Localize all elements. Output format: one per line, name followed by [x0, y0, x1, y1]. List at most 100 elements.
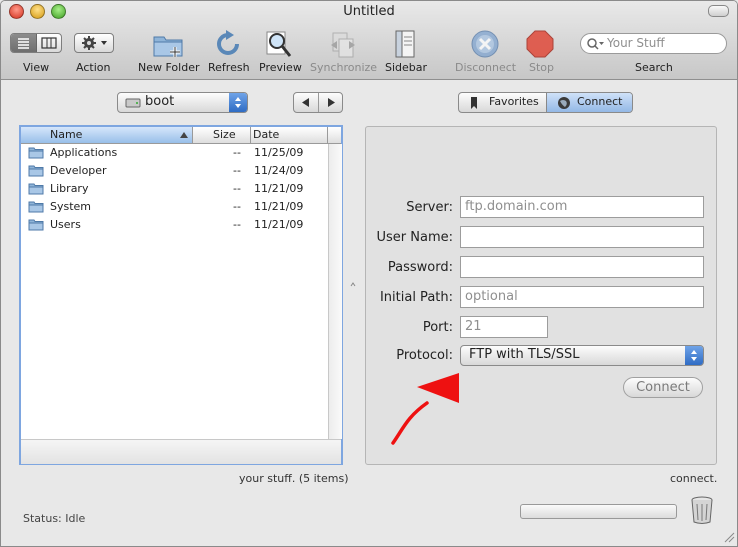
back-button[interactable] — [294, 93, 319, 112]
refresh-label: Refresh — [208, 61, 250, 74]
initial-path-placeholder: optional — [465, 289, 518, 304]
sidebar-icon — [395, 30, 415, 58]
synchronize-icon — [331, 32, 355, 58]
column-header: Name Size Date — [21, 127, 341, 144]
search-placeholder: Your Stuff — [607, 36, 665, 50]
protocol-label: Protocol: — [396, 348, 453, 363]
date-column-label: Date — [253, 128, 280, 141]
hard-drive-icon — [125, 98, 141, 108]
file-size: -- — [233, 200, 241, 213]
table-row[interactable]: System -- 11/21/09 — [21, 198, 342, 216]
system-folder-icon — [28, 201, 44, 213]
initial-path-field[interactable]: optional — [460, 286, 704, 308]
library-folder-icon — [28, 183, 44, 195]
file-list: Applications -- 11/25/09 Developer -- 11/24/0… — [21, 144, 327, 439]
search-label: Search — [635, 61, 673, 74]
file-browser: Name Size Date Applications -- 11/25/09 Dev… — [19, 125, 343, 465]
developer-folder-icon — [28, 165, 44, 177]
connect-button[interactable]: Connect — [623, 377, 703, 398]
size-column-label: Size — [213, 128, 236, 141]
file-name: Developer — [50, 164, 107, 177]
action-label: Action — [76, 61, 111, 74]
tab-favorites[interactable]: Favorites — [459, 93, 547, 112]
sidebar-label: Sidebar — [385, 61, 428, 74]
tab-connect[interactable]: Connect — [547, 93, 632, 112]
forward-arrow-icon — [328, 98, 335, 107]
favorites-connect-tabs: Favorites Connect — [458, 92, 633, 113]
file-count-footer: your stuff. (5 items) — [239, 472, 349, 485]
initial-path-label: Initial Path: — [379, 290, 453, 305]
server-placeholder: ftp.domain.com — [465, 199, 568, 214]
globe-icon — [558, 97, 570, 109]
popup-arrows-icon — [229, 93, 247, 112]
table-row[interactable]: Users -- 11/21/09 — [21, 216, 342, 234]
synchronize-label: Synchronize — [310, 61, 378, 74]
search-input[interactable]: Your Stuff — [580, 33, 727, 54]
action-menu-button[interactable] — [74, 33, 114, 53]
file-size: -- — [233, 182, 241, 195]
split-handle-icon — [350, 282, 356, 287]
column-view-button[interactable] — [37, 34, 62, 52]
connect-button-label: Connect — [636, 380, 690, 395]
date-column-header[interactable]: Date — [251, 127, 328, 143]
tab-connect-label: Connect — [577, 95, 623, 108]
vertical-scrollbar[interactable] — [328, 144, 342, 439]
file-date: 11/21/09 — [254, 182, 304, 195]
resize-grip-icon — [724, 532, 735, 543]
file-date: 11/21/09 — [254, 218, 304, 231]
disconnect-icon — [471, 30, 499, 58]
new-folder-icon — [153, 36, 183, 57]
stop-icon — [526, 30, 554, 58]
username-field[interactable] — [460, 226, 704, 248]
preview-label: Preview — [259, 61, 302, 74]
back-arrow-icon — [302, 98, 309, 107]
app-window: Untitled View Action New Folder Refresh … — [0, 0, 738, 547]
name-column-header[interactable]: Name — [21, 127, 193, 143]
users-folder-icon — [28, 219, 44, 231]
protocol-popup[interactable]: FTP with TLS/SSL — [460, 345, 704, 366]
port-label: Port: — [422, 320, 453, 335]
resize-grip[interactable] — [723, 531, 735, 543]
file-name: Applications — [50, 146, 118, 159]
window-title: Untitled — [343, 4, 395, 19]
file-name: Users — [50, 218, 81, 231]
size-column-header[interactable]: Size — [193, 127, 251, 143]
server-field[interactable]: ftp.domain.com — [460, 196, 704, 218]
file-date: 11/21/09 — [254, 200, 304, 213]
view-toggle — [10, 33, 62, 53]
status-text: Status: Idle — [23, 512, 86, 525]
progress-bar — [520, 504, 677, 519]
search-icon — [587, 38, 604, 50]
volume-popup[interactable]: boot — [117, 92, 248, 113]
gear-icon — [82, 36, 107, 50]
trash-icon — [691, 496, 713, 524]
port-field[interactable]: 21 — [460, 316, 548, 338]
disconnect-label: Disconnect — [455, 61, 517, 74]
list-view-button[interactable] — [11, 34, 37, 52]
view-label: View — [23, 61, 50, 74]
file-size: -- — [233, 146, 241, 159]
forward-button[interactable] — [319, 93, 343, 112]
file-name: Library — [50, 182, 89, 195]
file-date: 11/25/09 — [254, 146, 304, 159]
list-view-icon — [18, 38, 29, 49]
horizontal-scrollbar[interactable] — [21, 439, 341, 464]
back-forward-control — [293, 92, 343, 113]
password-label: Password: — [387, 260, 453, 275]
popup-arrows-icon — [685, 346, 703, 365]
password-field[interactable] — [460, 256, 704, 278]
magnifier-preview-icon — [266, 31, 292, 57]
trash-button[interactable] — [689, 495, 715, 525]
red-annotation-arrow — [391, 373, 459, 445]
bookmark-icon — [471, 97, 477, 109]
port-placeholder: 21 — [465, 319, 482, 334]
toolbar-toggle-button[interactable] — [708, 5, 729, 17]
split-view-handle[interactable] — [350, 279, 356, 289]
sort-ascending-icon — [180, 132, 188, 138]
table-row[interactable]: Developer -- 11/24/09 — [21, 162, 342, 180]
table-row[interactable]: Library -- 11/21/09 — [21, 180, 342, 198]
name-column-label: Name — [50, 128, 83, 141]
toolbar: Untitled View Action New Folder Refresh … — [1, 1, 737, 80]
applications-folder-icon — [28, 147, 44, 159]
table-row[interactable]: Applications -- 11/25/09 — [21, 144, 342, 162]
